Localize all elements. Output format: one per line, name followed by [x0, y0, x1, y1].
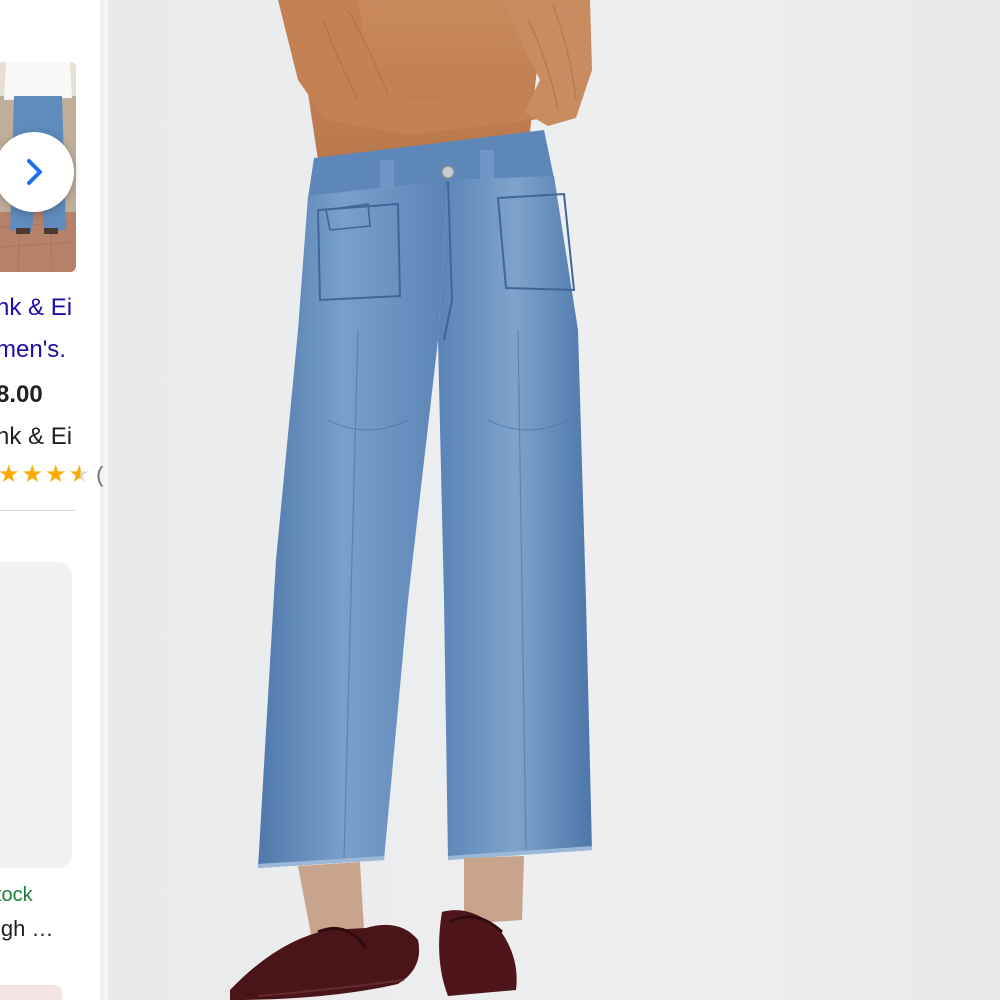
stock-status: tock [0, 884, 33, 906]
product-photo [230, 0, 593, 1000]
card-divider [0, 510, 76, 511]
second-product-card[interactable] [0, 562, 72, 868]
product-merchant: nk & Ei [0, 423, 73, 450]
product-price: 8.00 [0, 381, 43, 408]
star-filled-icon: ★ [0, 461, 20, 488]
product-title-line-1[interactable]: nk & Ei [0, 296, 72, 320]
second-product-description[interactable]: igh … [0, 918, 53, 940]
product-title-line-2[interactable]: men's. [0, 338, 66, 362]
star-filled-icon: ★ [45, 461, 67, 488]
related-products-carousel: nk & Ei men's. 8.00 nk & Ei ★ ★ ★ ★ ( to… [0, 0, 108, 1000]
star-filled-icon: ★ [21, 461, 44, 488]
chevron-right-icon [27, 159, 42, 185]
third-product-card[interactable] [0, 985, 62, 1000]
star-half-icon: ★ [68, 461, 91, 488]
main-product-image[interactable] [108, 0, 1000, 1000]
product-rating: ★ ★ ★ ★ ( [0, 462, 103, 488]
